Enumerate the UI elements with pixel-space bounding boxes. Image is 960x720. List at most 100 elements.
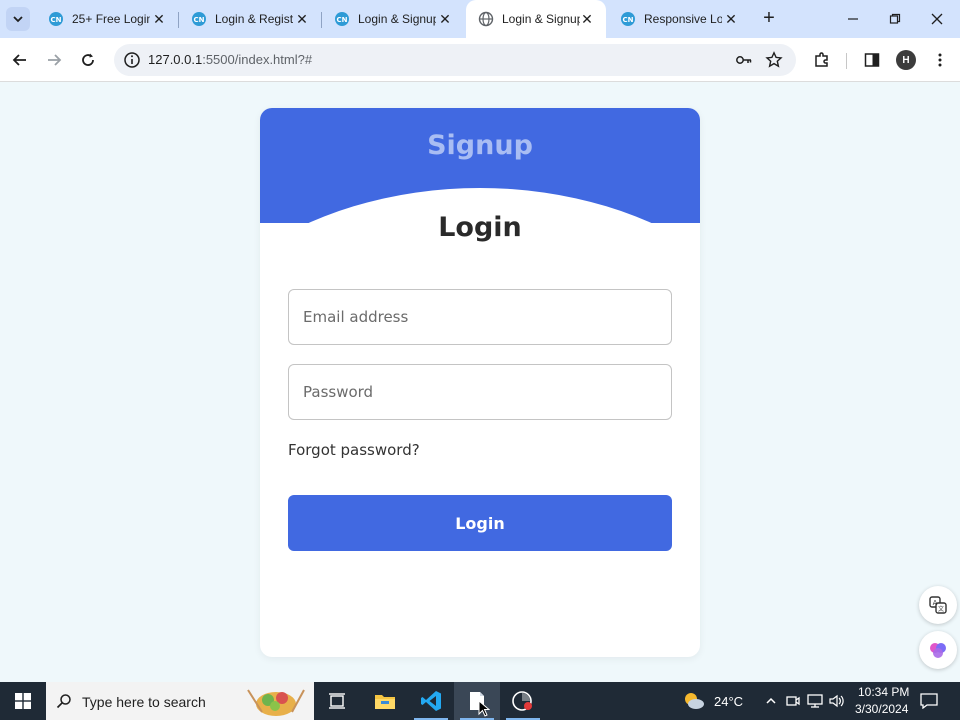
- svg-text:CN: CN: [337, 16, 348, 24]
- browser-tab-1[interactable]: CN 25+ Free Login ✕: [36, 0, 179, 38]
- translate-button[interactable]: A文: [919, 586, 957, 624]
- tab-search-button[interactable]: [6, 7, 30, 31]
- meet-now-button[interactable]: [784, 692, 802, 710]
- windows-logo-icon: [15, 693, 31, 709]
- ai-assistant-button[interactable]: [919, 631, 957, 669]
- key-icon: [736, 56, 752, 64]
- svg-text:CN: CN: [623, 16, 634, 24]
- browser-tab-3[interactable]: CN Login & Signup ✕: [322, 0, 464, 38]
- show-hidden-icons-button[interactable]: [762, 692, 780, 710]
- network-button[interactable]: [806, 692, 824, 710]
- tab-title: Login & Signup: [502, 12, 580, 26]
- vscode-icon: [421, 691, 441, 711]
- close-icon[interactable]: ✕: [438, 12, 452, 26]
- browser-tab-5[interactable]: CN Responsive Log ✕: [608, 0, 750, 38]
- tab-title: Login & Registr: [215, 12, 293, 26]
- reload-icon: [82, 53, 94, 66]
- taskbar-search-box[interactable]: Type here to search: [46, 682, 314, 720]
- svg-text:文: 文: [938, 605, 944, 613]
- camera-icon: [786, 696, 800, 706]
- password-field[interactable]: [288, 364, 672, 420]
- browser-tab-strip: CN 25+ Free Login ✕ CN Login & Registr ✕…: [0, 0, 960, 38]
- forward-button[interactable]: [42, 48, 66, 72]
- chevron-down-icon: [13, 16, 23, 23]
- tab-title: Responsive Log: [644, 12, 722, 26]
- windows-taskbar: Type here to search 24°C 10:34 PM 3/30/2…: [0, 682, 960, 720]
- kebab-menu-icon: [938, 53, 942, 67]
- search-highlight-illustration: [247, 689, 305, 716]
- close-icon[interactable]: ✕: [152, 12, 166, 26]
- file-explorer-app[interactable]: [362, 682, 408, 720]
- start-button[interactable]: [0, 682, 46, 720]
- task-view-icon: [329, 693, 345, 709]
- new-tab-button[interactable]: +: [758, 8, 780, 30]
- clock-time[interactable]: 10:34 PM: [858, 685, 909, 699]
- restore-icon: [889, 13, 901, 24]
- bookmark-button[interactable]: [764, 50, 784, 70]
- signup-title[interactable]: Signup: [260, 130, 700, 161]
- window-close-button[interactable]: [914, 0, 960, 38]
- toolbar-divider: [846, 53, 847, 69]
- vscode-app[interactable]: [408, 682, 454, 720]
- clock-date[interactable]: 3/30/2024: [855, 702, 908, 716]
- browser-menu-button[interactable]: [928, 48, 952, 72]
- folder-icon: [375, 695, 395, 709]
- auth-card: Signup Login Forgot password? Login: [260, 108, 700, 657]
- browser-app[interactable]: [454, 682, 500, 720]
- arrow-left-icon: [12, 54, 26, 66]
- side-panel-icon: [864, 53, 880, 67]
- forgot-password-link[interactable]: Forgot password?: [288, 441, 420, 459]
- speaker-icon: [829, 694, 844, 708]
- recorder-app[interactable]: [500, 682, 546, 720]
- profile-button[interactable]: H: [894, 48, 918, 72]
- weather-icon[interactable]: [682, 690, 706, 712]
- side-panel-button[interactable]: [860, 48, 884, 72]
- codepen-icon: CN: [335, 12, 349, 26]
- notification-icon: [920, 693, 938, 709]
- login-button[interactable]: Login: [288, 495, 672, 551]
- weather-temperature[interactable]: 24°C: [714, 694, 743, 709]
- browser-tab-2[interactable]: CN Login & Registr ✕: [179, 0, 322, 38]
- card-curve: [260, 188, 700, 657]
- browser-tab-active[interactable]: Login & Signup ✕: [466, 0, 606, 38]
- search-icon: [56, 694, 71, 709]
- restore-button[interactable]: [872, 0, 918, 38]
- close-icon[interactable]: ✕: [724, 12, 738, 26]
- close-icon[interactable]: ✕: [580, 12, 594, 26]
- reload-button[interactable]: [76, 48, 100, 72]
- browser-toolbar: 127.0.0.1:5500/index.html?# H: [0, 38, 960, 82]
- svg-text:A: A: [933, 599, 938, 607]
- email-field[interactable]: [288, 289, 672, 345]
- tab-title: Login & Signup: [358, 12, 436, 26]
- puzzle-icon: [815, 52, 828, 67]
- url-text[interactable]: 127.0.0.1:5500/index.html?#: [148, 52, 312, 67]
- volume-button[interactable]: [828, 692, 846, 710]
- svg-text:CN: CN: [194, 16, 205, 24]
- close-icon: [931, 13, 943, 25]
- notifications-button[interactable]: [920, 692, 938, 710]
- minimize-icon: [848, 18, 858, 20]
- password-key-button[interactable]: [734, 50, 754, 70]
- screen-recorder-icon: [512, 691, 532, 711]
- codepen-icon: CN: [49, 12, 63, 26]
- url-host: 127.0.0.1: [148, 52, 203, 67]
- site-info-icon[interactable]: [122, 50, 142, 70]
- address-bar[interactable]: 127.0.0.1:5500/index.html?#: [114, 44, 796, 76]
- avatar: H: [896, 50, 916, 70]
- back-button[interactable]: [8, 48, 32, 72]
- minimize-button[interactable]: [830, 0, 876, 38]
- login-title: Login: [438, 212, 522, 243]
- translate-icon: A文: [929, 596, 947, 614]
- page-viewport: Signup Login Forgot password? Login A文: [0, 83, 960, 682]
- search-placeholder: Type here to search: [82, 694, 206, 710]
- svg-text:CN: CN: [51, 16, 62, 24]
- codepen-icon: CN: [192, 12, 206, 26]
- network-icon: [807, 694, 823, 708]
- url-path: :5500/index.html?#: [202, 52, 313, 67]
- globe-icon: [478, 11, 494, 27]
- codepen-icon: CN: [621, 12, 635, 26]
- task-view-button[interactable]: [314, 682, 360, 720]
- close-icon[interactable]: ✕: [295, 12, 309, 26]
- extensions-button[interactable]: [810, 48, 834, 72]
- brain-icon: [930, 643, 946, 658]
